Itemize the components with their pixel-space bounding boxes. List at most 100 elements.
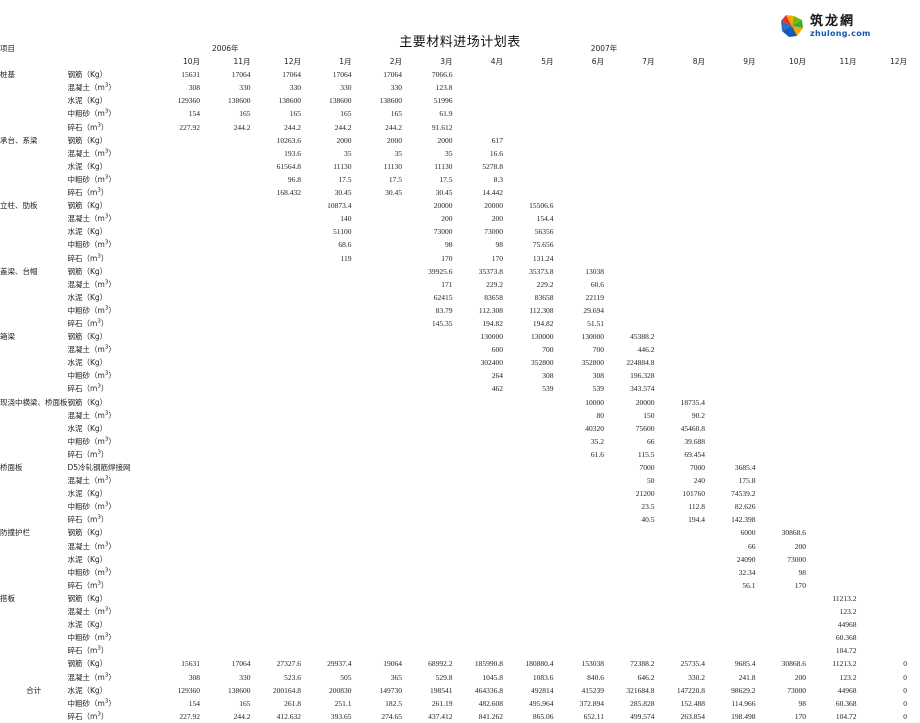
data-cell	[806, 409, 857, 422]
table-row: 搭板 钢筋（Kg） 11213.2	[0, 592, 907, 605]
data-cell: 138600	[228, 96, 251, 106]
data-cell: 330	[239, 672, 251, 682]
data-cell	[352, 605, 403, 618]
category-label-9: 合计	[26, 685, 42, 695]
data-cell	[402, 631, 453, 644]
data-cell	[251, 304, 302, 317]
data-cell	[301, 579, 352, 592]
data-cell: 244.2	[284, 122, 301, 132]
month-header-row: 10月 11月 12月 1月 2月 3月 4月 5月 6月 7月 8月 9月 10月 11月 12月	[0, 55, 907, 68]
data-cell	[655, 81, 706, 94]
data-cell	[301, 526, 352, 539]
data-cell	[756, 173, 807, 186]
data-cell	[503, 134, 554, 147]
data-cell	[857, 238, 908, 251]
data-cell	[655, 278, 706, 291]
data-cell	[150, 186, 201, 199]
data-cell	[402, 396, 453, 409]
data-cell: 138600	[228, 685, 251, 695]
table-row: 承台、系梁 钢筋（Kg） 10263.6 2000 2000 2000 617	[0, 134, 907, 147]
data-cell	[453, 631, 504, 644]
data-cell	[352, 592, 403, 605]
data-cell	[756, 291, 807, 304]
data-cell	[857, 265, 908, 278]
data-cell	[352, 265, 403, 278]
data-cell	[251, 487, 302, 500]
data-cell: 539	[592, 384, 604, 394]
data-cell	[806, 186, 857, 199]
data-cell	[503, 147, 554, 160]
data-cell	[857, 500, 908, 513]
material-label: 水泥（Kg）	[67, 685, 108, 695]
year-label: 2006年	[211, 44, 239, 53]
data-cell	[806, 382, 857, 395]
data-cell	[806, 212, 857, 225]
data-cell	[655, 212, 706, 225]
data-cell	[554, 94, 605, 107]
month-header-1: 11月	[233, 57, 251, 67]
data-cell: 321684.8	[626, 685, 655, 695]
data-cell	[150, 631, 201, 644]
category-empty-cell	[0, 343, 68, 356]
table-row: 防撞护栏 钢筋（Kg） 6000 30868.6	[0, 526, 907, 539]
data-cell	[150, 356, 201, 369]
table-row: 水泥（Kg） 51100 73000 73000 56356	[0, 225, 907, 238]
data-cell	[857, 526, 908, 539]
data-cell	[806, 107, 857, 120]
month-header-9: 7月	[642, 57, 655, 67]
data-cell	[503, 409, 554, 422]
data-cell	[806, 566, 857, 579]
data-cell	[756, 618, 807, 631]
data-cell: 96.8	[287, 174, 301, 184]
material-label: 混凝土（m3）	[67, 672, 116, 682]
month-header-10: 8月	[692, 57, 705, 67]
data-cell	[453, 461, 504, 474]
data-cell	[453, 81, 504, 94]
data-cell	[251, 618, 302, 631]
data-cell: 6000	[740, 528, 756, 538]
data-cell	[352, 199, 403, 212]
data-cell	[857, 435, 908, 448]
data-cell: 60.368	[835, 698, 857, 708]
data-cell	[251, 317, 302, 330]
data-cell	[705, 212, 756, 225]
data-cell	[352, 291, 403, 304]
data-cell	[251, 369, 302, 382]
data-cell	[857, 474, 908, 487]
data-cell	[756, 107, 807, 120]
data-cell	[150, 526, 201, 539]
data-cell: 74539.2	[731, 489, 756, 499]
data-cell	[200, 238, 251, 251]
data-cell	[150, 592, 201, 605]
data-cell	[150, 461, 201, 474]
data-cell: 60.6	[590, 279, 604, 289]
category-empty-cell	[0, 500, 68, 513]
data-cell	[857, 631, 908, 644]
data-cell	[756, 252, 807, 265]
data-cell	[655, 566, 706, 579]
data-cell: 17.5	[388, 174, 402, 184]
data-cell	[705, 592, 756, 605]
category-empty-cell	[0, 697, 68, 710]
data-cell	[705, 291, 756, 304]
data-cell	[705, 225, 756, 238]
data-cell	[503, 396, 554, 409]
data-cell	[301, 278, 352, 291]
table-row: 碎石（m3） 145.35 194.82 194.82 51.51	[0, 317, 907, 330]
data-cell	[655, 382, 706, 395]
data-cell	[200, 566, 251, 579]
data-cell	[806, 199, 857, 212]
data-cell: 40320	[585, 423, 604, 433]
data-cell	[503, 592, 554, 605]
data-cell	[604, 553, 655, 566]
material-label: 水泥（Kg）	[67, 161, 108, 171]
data-cell	[402, 422, 453, 435]
category-empty-cell	[0, 291, 68, 304]
data-cell	[655, 553, 706, 566]
data-cell	[200, 631, 251, 644]
data-cell: 365	[390, 672, 402, 682]
data-cell	[150, 291, 201, 304]
data-cell	[554, 121, 605, 134]
data-cell	[604, 199, 655, 212]
data-cell: 142.398	[731, 515, 756, 525]
